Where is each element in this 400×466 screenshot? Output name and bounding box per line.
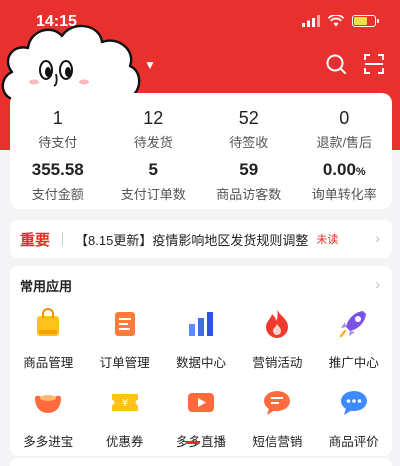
stat-value: 1 bbox=[52, 108, 63, 128]
order-status-row: 1 待支付 12 待发货 52 待签收 0 退款/售后 bbox=[10, 107, 392, 151]
stat-value: 12 bbox=[143, 108, 164, 128]
bar-chart-icon bbox=[188, 312, 213, 336]
order-list-icon bbox=[114, 312, 135, 336]
sms-icon bbox=[264, 391, 291, 415]
page-dot bbox=[204, 441, 210, 444]
status-icons bbox=[302, 15, 379, 27]
announcement-bar[interactable]: 重要 【8.15更新】疫情影响地区发货规则调整 未读 › bbox=[10, 220, 392, 258]
stat-payment-amount[interactable]: 355.58 支付金额 bbox=[10, 159, 106, 203]
flame-icon bbox=[266, 310, 289, 338]
shopping-bag-icon bbox=[37, 308, 60, 336]
app-marketing-events[interactable]: 营销活动 bbox=[239, 306, 315, 371]
stat-value: 52 bbox=[238, 108, 259, 128]
stat-label: 询单转化率 bbox=[311, 187, 377, 202]
important-tag: 重要 bbox=[20, 231, 51, 249]
app-order-management[interactable]: 订单管理 bbox=[86, 306, 162, 371]
stat-label: 待发货 bbox=[133, 135, 173, 150]
app-coupons[interactable]: ¥ 优惠券 bbox=[86, 385, 162, 450]
signal-icon bbox=[302, 15, 320, 27]
page-indicator bbox=[186, 441, 210, 444]
review-icon bbox=[340, 391, 367, 415]
app-product-management[interactable]: 商品管理 bbox=[10, 306, 86, 371]
stat-label: 待支付 bbox=[38, 135, 78, 150]
stat-label: 退款/售后 bbox=[316, 135, 373, 150]
apps-grid: 商品管理 订单管理 数据中心 营销活动 推广中心 多多进宝 ¥ 优惠券 多多直播… bbox=[10, 306, 392, 450]
stat-inquiry-conversion[interactable]: 0.00% 询单转化率 bbox=[297, 159, 393, 203]
stat-refunds[interactable]: 0 退款/售后 bbox=[297, 107, 393, 151]
live-video-icon bbox=[187, 393, 214, 412]
stat-value: 59 bbox=[239, 160, 259, 179]
app-label: 数据中心 bbox=[175, 356, 226, 370]
stat-number: 0.00 bbox=[322, 160, 356, 179]
stat-value: 5 bbox=[148, 160, 158, 179]
announcement-text: 【8.15更新】疫情影响地区发货规则调整 bbox=[75, 232, 309, 248]
unread-badge: 未读 bbox=[316, 234, 339, 246]
stat-label: 商品访客数 bbox=[216, 187, 282, 202]
chevron-right-icon: › bbox=[375, 230, 380, 246]
stat-label: 待签收 bbox=[229, 135, 269, 150]
scan-icon[interactable] bbox=[362, 52, 386, 76]
coupon-icon: ¥ bbox=[111, 394, 138, 411]
app-label: 多多进宝 bbox=[23, 435, 74, 449]
search-icon[interactable] bbox=[324, 52, 348, 76]
stat-unit: % bbox=[355, 166, 366, 178]
page-dot-active bbox=[186, 441, 200, 444]
stat-pending-shipment[interactable]: 12 待发货 bbox=[106, 107, 202, 151]
app-label: 营销活动 bbox=[252, 356, 303, 370]
stat-label: 支付订单数 bbox=[120, 187, 186, 202]
battery-icon bbox=[352, 15, 379, 27]
common-apps-card: 常用应用 › 商品管理 订单管理 数据中心 营销活动 推广中心 多多进宝 ¥ 优… bbox=[10, 266, 392, 456]
app-label: 订单管理 bbox=[99, 356, 150, 370]
divider bbox=[62, 232, 64, 246]
app-promotion-center[interactable]: 推广中心 bbox=[316, 306, 392, 371]
rocket-icon bbox=[339, 311, 366, 338]
stats-card: 1 待支付 12 待发货 52 待签收 0 退款/售后 355.58 支付金额 … bbox=[10, 93, 392, 209]
stat-value: 0 bbox=[339, 108, 350, 128]
app-label: 商品评价 bbox=[328, 435, 379, 449]
stat-pending-receipt[interactable]: 52 待签收 bbox=[201, 107, 297, 151]
stat-product-visitors[interactable]: 59 商品访客数 bbox=[201, 159, 297, 203]
app-product-reviews[interactable]: 商品评价 bbox=[316, 385, 392, 450]
treasure-icon bbox=[35, 395, 62, 413]
svg-text:¥: ¥ bbox=[121, 398, 127, 409]
wifi-icon bbox=[328, 15, 344, 27]
stat-paid-orders[interactable]: 5 支付订单数 bbox=[106, 159, 202, 203]
stat-label: 支付金额 bbox=[31, 187, 84, 202]
sales-metrics-row: 355.58 支付金额 5 支付订单数 59 商品访客数 0.00% 询单转化率 bbox=[10, 159, 392, 203]
stat-pending-payment[interactable]: 1 待支付 bbox=[10, 107, 106, 151]
app-label: 推广中心 bbox=[328, 356, 379, 370]
app-duoduo-jinbao[interactable]: 多多进宝 bbox=[10, 385, 86, 450]
next-section-card bbox=[10, 458, 392, 466]
app-label: 优惠券 bbox=[105, 435, 144, 449]
app-label: 商品管理 bbox=[23, 356, 74, 370]
chevron-right-icon[interactable]: › bbox=[375, 276, 380, 292]
app-sms-marketing[interactable]: 短信营销 bbox=[239, 385, 315, 450]
shop-switch-caret-icon[interactable]: ▼ bbox=[144, 58, 156, 72]
app-label: 短信营销 bbox=[252, 435, 303, 449]
stat-value: 0.00% bbox=[297, 159, 393, 181]
app-data-center[interactable]: 数据中心 bbox=[163, 306, 239, 371]
section-title: 常用应用 bbox=[20, 279, 73, 294]
stat-value: 355.58 bbox=[31, 160, 84, 179]
